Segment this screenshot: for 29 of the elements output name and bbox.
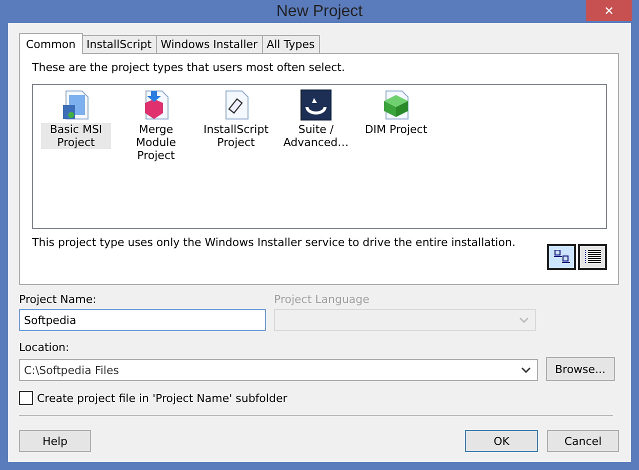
project-type-item[interactable]: Basic MSI Project <box>41 123 111 149</box>
project-type-item[interactable]: DIM Project <box>362 123 430 136</box>
project-type-item[interactable]: InstallScript Project <box>201 123 271 149</box>
checkbox[interactable] <box>19 391 33 405</box>
window-title: New Project <box>276 2 363 20</box>
project-type-item[interactable]: Merge Module Project <box>121 123 191 162</box>
chevron-icon <box>519 317 529 323</box>
dialog-button[interactable]: Cancel <box>547 430 619 452</box>
field-label: Project Language <box>274 293 370 306</box>
tab[interactable]: InstallScript <box>82 35 157 53</box>
description-text: This project type uses only the Windows Installer service to drive the entire installation. <box>32 236 516 249</box>
project-name-field[interactable]: Softpedia <box>19 309 266 331</box>
tab[interactable]: Windows Installer <box>156 35 263 53</box>
browse-button[interactable]: Browse... <box>546 357 615 381</box>
project-type-item[interactable]: Suite / Advanced… <box>281 123 351 149</box>
close-button[interactable]: ✕ <box>586 0 632 21</box>
checkbox-label: Create project file in 'Project Name' subfolder <box>37 392 288 404</box>
field-label: Project Name: <box>19 293 98 306</box>
field-label: Location: <box>19 341 70 354</box>
intro-text: These are the project types that users most often select. <box>32 61 346 74</box>
large-icons-icon <box>554 250 570 264</box>
dialog-button[interactable]: Help <box>19 430 91 452</box>
chevron-icon <box>521 367 531 373</box>
location-dropdown[interactable]: C:\Softpedia Files <box>19 359 538 381</box>
view-button[interactable] <box>578 244 607 270</box>
tab[interactable]: All Types <box>262 35 320 53</box>
dialog-button[interactable]: OK <box>465 430 538 452</box>
tab[interactable]: Common <box>19 33 83 54</box>
view-button[interactable] <box>547 244 576 270</box>
